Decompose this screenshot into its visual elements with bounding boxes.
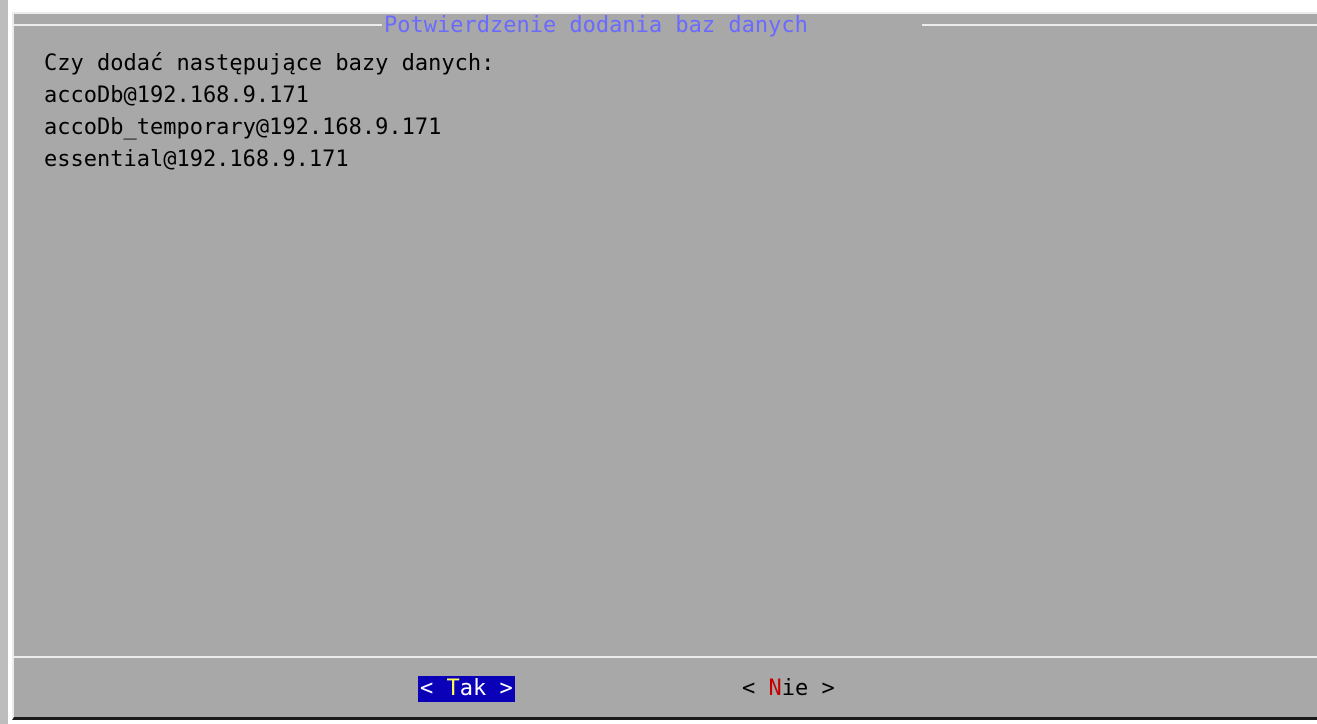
dialog-border-top-left xyxy=(14,24,382,26)
yes-button-label: ak xyxy=(459,676,487,701)
yes-button[interactable]: < Tak > xyxy=(418,676,515,702)
button-separator xyxy=(14,656,1317,658)
no-button-hotkey: N xyxy=(768,676,782,701)
no-button-right-bracket: > xyxy=(808,676,835,701)
database-item: essential@192.168.9.171 xyxy=(44,147,349,172)
yes-button-hotkey: T xyxy=(446,676,460,701)
database-item: accoDb@192.168.9.171 xyxy=(44,83,309,108)
dialog-body: Czy dodać następujące bazy danych: accoDb… xyxy=(44,48,494,176)
yes-button-left-bracket: < xyxy=(420,676,447,701)
database-item: accoDb_temporary@192.168.9.171 xyxy=(44,115,442,140)
dialog-title: Potwierdzenie dodania baz danych xyxy=(384,13,808,38)
no-button-label: ie xyxy=(781,676,809,701)
confirmation-message: Czy dodać następujące bazy danych: xyxy=(44,51,495,76)
confirmation-dialog: Potwierdzenie dodania baz danych Czy dod… xyxy=(12,12,1317,720)
terminal-screen: Potwierdzenie dodania baz danych Czy dod… xyxy=(0,0,1317,724)
no-button[interactable]: < Nie > xyxy=(740,676,837,702)
dialog-border-top-right xyxy=(922,24,1317,26)
no-button-left-bracket: < xyxy=(742,676,769,701)
terminal-edge xyxy=(0,0,8,724)
yes-button-right-bracket: > xyxy=(486,676,513,701)
